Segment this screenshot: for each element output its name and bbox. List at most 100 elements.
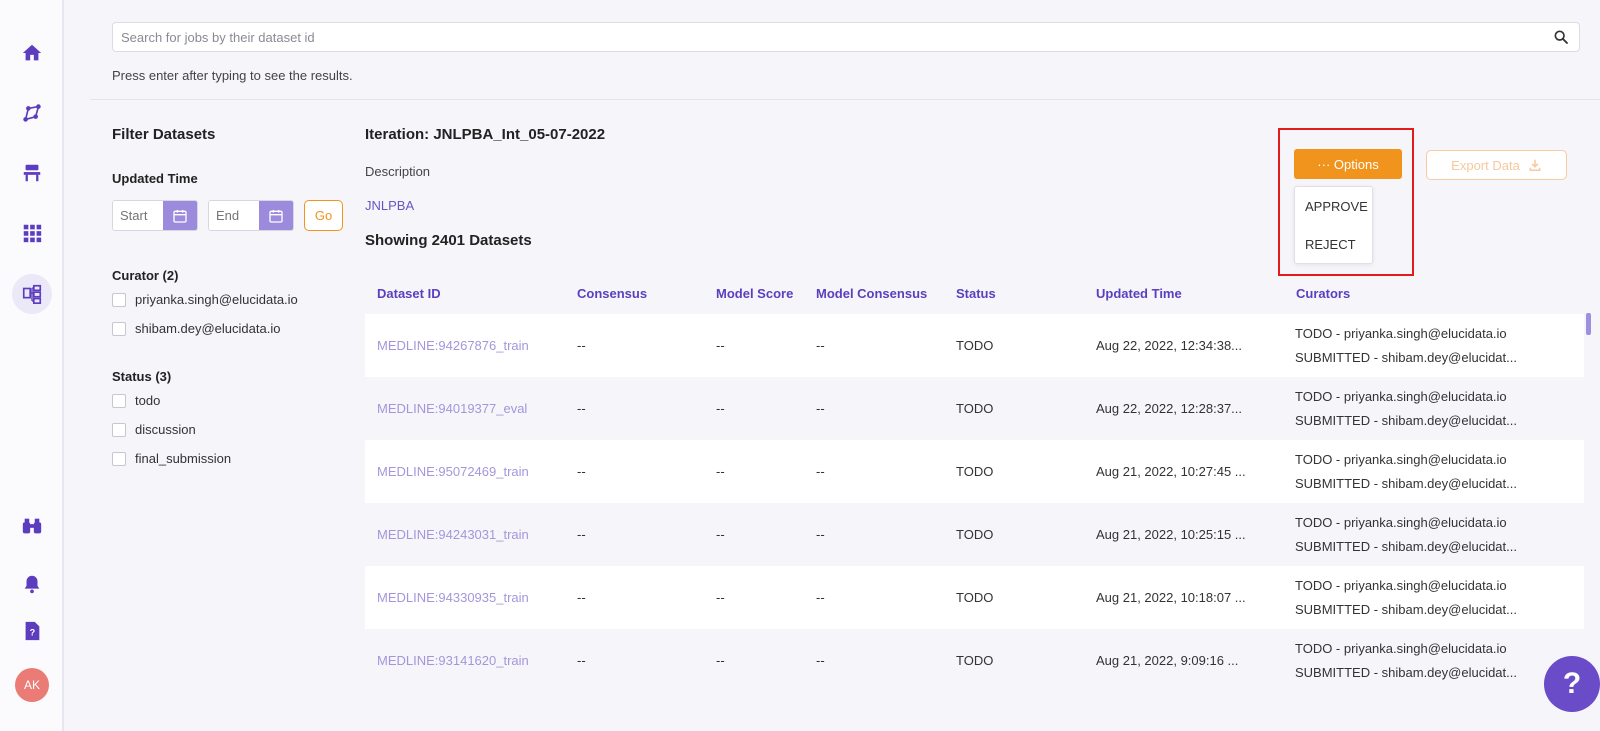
model-score-cell: -- <box>716 527 725 542</box>
end-date-input[interactable] <box>209 201 259 230</box>
table-row[interactable]: MEDLINE:94019377_eval -- -- -- TODO Aug … <box>365 377 1584 440</box>
updated-time-label: Updated Time <box>112 171 198 186</box>
model-consensus-cell: -- <box>816 401 825 416</box>
status-checkbox-row[interactable]: final_submission <box>112 451 231 466</box>
table-row[interactable]: MEDLINE:93141620_train -- -- -- TODO Aug… <box>365 629 1584 692</box>
curator-status-line: SUBMITTED - shibam.dey@elucidat... <box>1295 413 1517 428</box>
table-row[interactable]: MEDLINE:94330935_train -- -- -- TODO Aug… <box>365 566 1584 629</box>
search-hint: Press enter after typing to see the resu… <box>112 68 353 83</box>
model-score-cell: -- <box>716 464 725 479</box>
help-button[interactable]: ? <box>1544 656 1600 712</box>
home-icon[interactable] <box>14 35 50 71</box>
search-icon[interactable] <box>1553 29 1569 45</box>
download-icon <box>1529 159 1541 172</box>
export-data-button[interactable]: Export Data <box>1426 150 1567 180</box>
curator-status-line: SUBMITTED - shibam.dey@elucidat... <box>1295 350 1517 365</box>
go-button[interactable]: Go <box>304 200 343 231</box>
status-checkbox-row[interactable]: discussion <box>112 422 196 437</box>
reject-option[interactable]: REJECT <box>1305 237 1356 252</box>
model-score-cell: -- <box>716 590 725 605</box>
scrollbar[interactable] <box>1586 313 1591 335</box>
workflow-icon[interactable] <box>12 274 52 314</box>
approve-option[interactable]: APPROVE <box>1305 199 1368 214</box>
dataset-id-link[interactable]: MEDLINE:93141620_train <box>377 653 529 668</box>
status-cell: TODO <box>956 338 994 353</box>
curator-checkbox-row[interactable]: priyanka.singh@elucidata.io <box>112 292 298 307</box>
table-row[interactable]: MEDLINE:94243031_train -- -- -- TODO Aug… <box>365 503 1584 566</box>
curator-status-line: TODO - priyanka.singh@elucidata.io <box>1295 578 1507 593</box>
column-header-consensus[interactable]: Consensus <box>577 286 647 301</box>
updated-time-cell: Aug 22, 2022, 12:28:37... <box>1096 401 1243 416</box>
table-row[interactable]: MEDLINE:95072469_train -- -- -- TODO Aug… <box>365 440 1584 503</box>
model-score-cell: -- <box>716 401 725 416</box>
checkbox[interactable] <box>112 422 126 437</box>
model-score-cell: -- <box>716 653 725 668</box>
apps-grid-icon[interactable] <box>14 215 50 251</box>
column-header-model-consensus[interactable]: Model Consensus <box>816 286 927 301</box>
curator-status-line: SUBMITTED - shibam.dey@elucidat... <box>1295 602 1517 617</box>
checkbox[interactable] <box>112 321 126 336</box>
curator-checkbox-row[interactable]: shibam.dey@elucidata.io <box>112 321 280 336</box>
column-header-updated-time[interactable]: Updated Time <box>1096 286 1182 301</box>
table-row[interactable]: MEDLINE:94267876_train -- -- -- TODO Aug… <box>365 314 1584 377</box>
checkbox-label: discussion <box>135 422 196 437</box>
column-header-model-score[interactable]: Model Score <box>716 286 793 301</box>
binoculars-icon[interactable] <box>14 508 50 544</box>
curator-status-line: TODO - priyanka.singh@elucidata.io <box>1295 326 1507 341</box>
status-cell: TODO <box>956 653 994 668</box>
bell-icon[interactable] <box>14 566 50 602</box>
status-cell: TODO <box>956 527 994 542</box>
model-score-cell: -- <box>716 338 725 353</box>
curator-status-line: SUBMITTED - shibam.dey@elucidat... <box>1295 539 1517 554</box>
search-input[interactable] <box>113 23 1579 51</box>
workbench-icon[interactable] <box>14 155 50 191</box>
avatar[interactable]: AK <box>15 668 49 702</box>
checkbox[interactable] <box>112 451 126 466</box>
calendar-icon[interactable] <box>259 201 293 230</box>
dataset-count: Showing 2401 Datasets <box>365 232 532 249</box>
updated-time-cell: Aug 21, 2022, 10:25:15 ... <box>1096 527 1246 542</box>
model-consensus-cell: -- <box>816 338 825 353</box>
checkbox[interactable] <box>112 393 126 408</box>
dataset-id-link[interactable]: MEDLINE:94243031_train <box>377 527 529 542</box>
consensus-cell: -- <box>577 338 586 353</box>
start-date-input[interactable] <box>113 201 163 230</box>
model-consensus-cell: -- <box>816 527 825 542</box>
checkbox-label: todo <box>135 393 161 408</box>
dataset-id-link[interactable]: MEDLINE:94019377_eval <box>377 401 527 416</box>
description-value: JNLPBA <box>365 198 415 213</box>
column-header-dataset-id[interactable]: Dataset ID <box>377 286 441 301</box>
curator-filter-label: Curator (2) <box>112 268 179 283</box>
checkbox-label: shibam.dey@elucidata.io <box>135 321 281 336</box>
curator-status-line: SUBMITTED - shibam.dey@elucidat... <box>1295 665 1517 680</box>
column-header-status[interactable]: Status <box>956 286 996 301</box>
end-date-picker <box>208 200 294 231</box>
description-label: Description <box>365 164 431 179</box>
consensus-cell: -- <box>577 653 586 668</box>
checkbox[interactable] <box>112 292 126 307</box>
divider <box>90 99 1600 100</box>
curator-status-line: TODO - priyanka.singh@elucidata.io <box>1295 389 1507 404</box>
status-checkbox-row[interactable]: todo <box>112 393 160 408</box>
help-doc-icon[interactable]: ? <box>14 613 50 649</box>
consensus-cell: -- <box>577 527 586 542</box>
dataset-id-link[interactable]: MEDLINE:94267876_train <box>377 338 529 353</box>
curator-status-line: TODO - priyanka.singh@elucidata.io <box>1295 452 1507 467</box>
consensus-cell: -- <box>577 590 586 605</box>
graph-icon[interactable] <box>14 95 50 131</box>
consensus-cell: -- <box>577 464 586 479</box>
curator-status-line: TODO - priyanka.singh@elucidata.io <box>1295 641 1507 656</box>
filter-title: Filter Datasets <box>112 126 216 143</box>
status-cell: TODO <box>956 464 994 479</box>
curator-status-line: TODO - priyanka.singh@elucidata.io <box>1295 515 1507 530</box>
iteration-title: Iteration: JNLPBA_Int_05-07-2022 <box>365 126 606 143</box>
options-button[interactable]: ··· Options <box>1294 149 1402 179</box>
calendar-icon[interactable] <box>163 201 197 230</box>
checkbox-label: final_submission <box>135 451 232 466</box>
column-header-curators[interactable]: Curators <box>1296 286 1350 301</box>
search-bar <box>112 22 1580 52</box>
svg-text:?: ? <box>30 628 36 638</box>
dataset-id-link[interactable]: MEDLINE:95072469_train <box>377 464 529 479</box>
dataset-id-link[interactable]: MEDLINE:94330935_train <box>377 590 529 605</box>
status-cell: TODO <box>956 401 994 416</box>
